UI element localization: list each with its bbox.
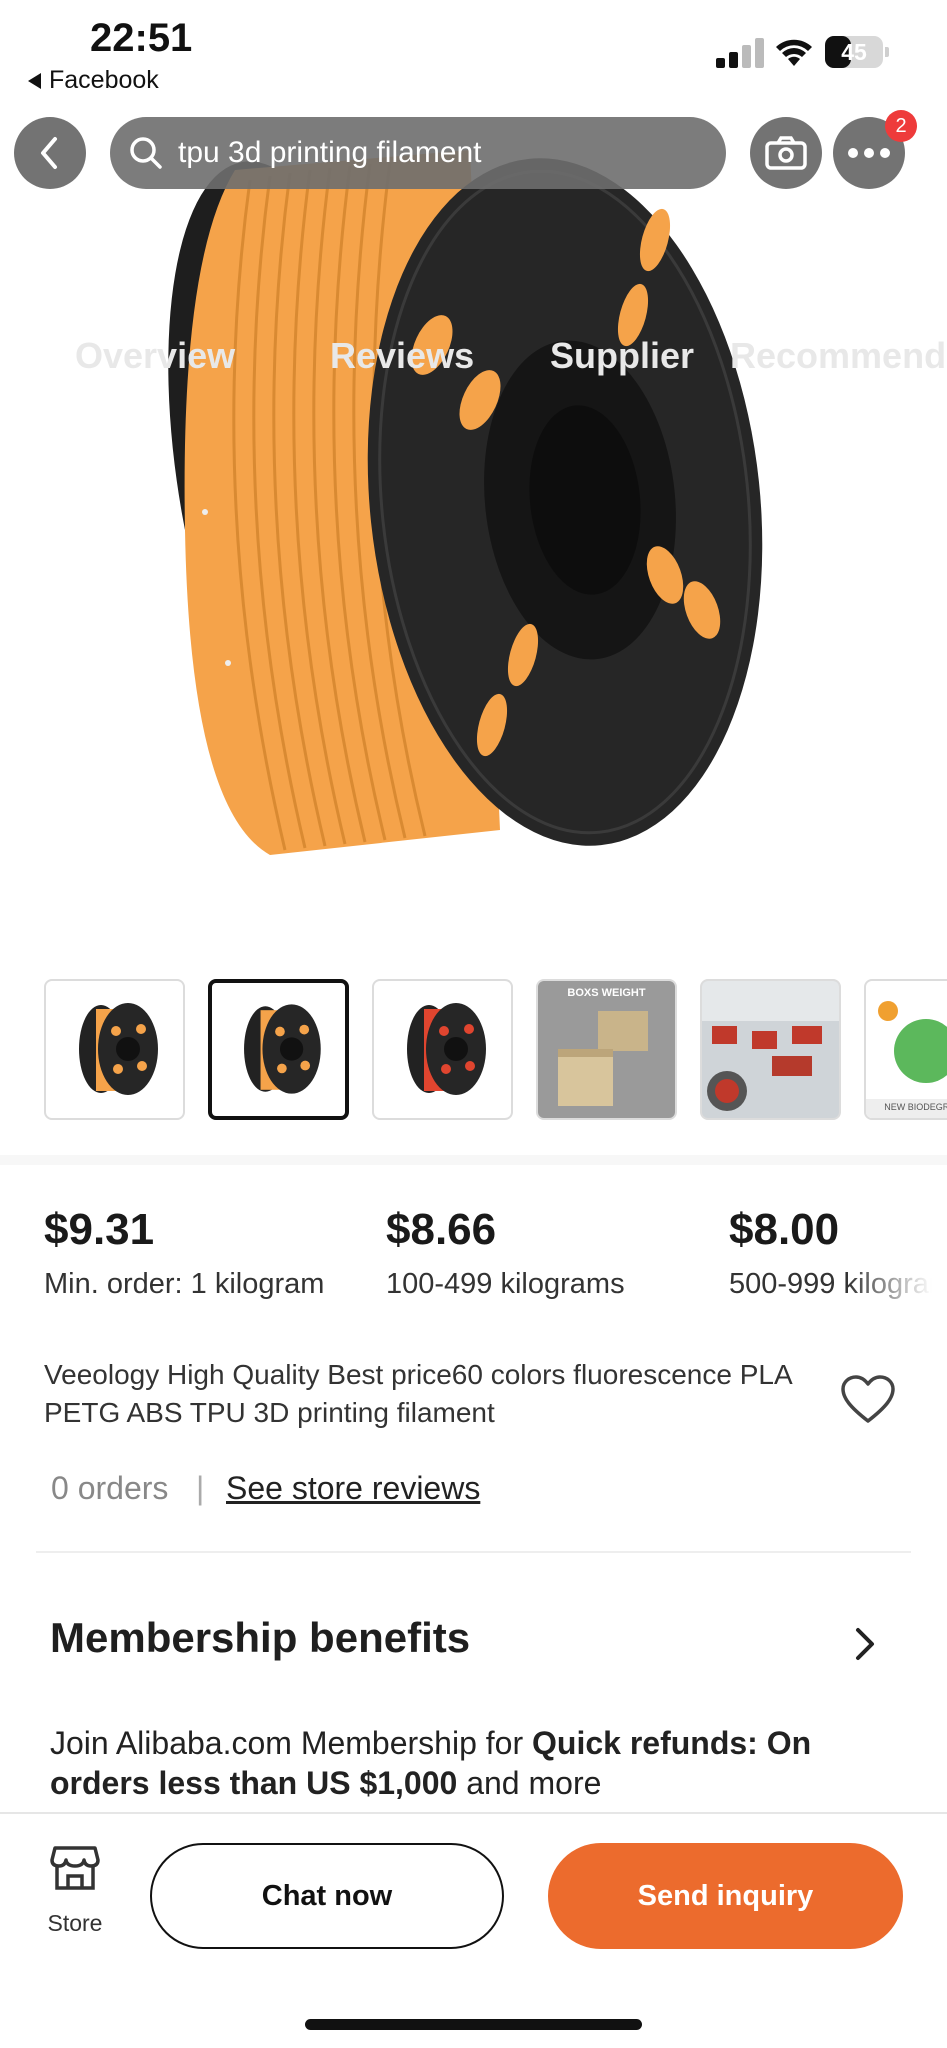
home-indicator[interactable] xyxy=(305,2019,642,2030)
back-triangle-icon xyxy=(28,72,41,89)
image-search-button[interactable] xyxy=(750,117,822,189)
orange-spool-icon xyxy=(79,1003,158,1095)
membership-text-prefix: Join Alibaba.com Membership for xyxy=(50,1725,532,1761)
notification-badge: 2 xyxy=(885,110,917,142)
ghost-tab-bar: Overview Reviews Supplier Recommended xyxy=(30,220,947,380)
thumbnail-box-weight[interactable]: BOXS WEIGHT xyxy=(536,979,677,1120)
back-button[interactable] xyxy=(14,117,86,189)
battery-nub xyxy=(885,47,889,57)
camera-icon xyxy=(765,136,807,170)
store-label: Store xyxy=(47,1910,103,1936)
membership-description: Join Alibaba.com Membership for Quick re… xyxy=(50,1723,910,1803)
search-query: tpu 3d printing filament xyxy=(178,136,482,169)
thumbnail-red-spool[interactable] xyxy=(372,979,513,1120)
price-tier-3: $8.00 xyxy=(729,1205,840,1254)
status-bar: 22:51 Facebook 45 xyxy=(0,0,947,100)
separator: | xyxy=(196,1470,205,1506)
bottom-action-bar: Store Chat now Send inquiry xyxy=(0,1812,947,2048)
chevron-right-icon[interactable] xyxy=(850,1624,880,1664)
store-icon xyxy=(50,1846,100,1890)
red-spool-icon xyxy=(407,1003,486,1095)
ghost-tab-supplier: Supplier xyxy=(550,335,695,376)
section-divider xyxy=(0,1155,947,1165)
cellular-signal-icon xyxy=(716,38,764,68)
eco-caption: NEW BIODEGRADABLE xyxy=(884,1102,947,1112)
ghost-tab-reviews: Reviews xyxy=(330,335,475,376)
thumbnail-factory[interactable] xyxy=(700,979,841,1120)
product-image-carousel[interactable]: Overview Reviews Supplier Recommended xyxy=(0,110,947,940)
store-button[interactable]: Store xyxy=(36,1844,114,1936)
membership-text-suffix: and more xyxy=(457,1765,602,1801)
factory-icon xyxy=(702,981,839,1111)
price-tier-2: $8.66 xyxy=(386,1205,497,1254)
box-weight-caption: BOXS WEIGHT xyxy=(567,987,646,999)
battery-percent: 45 xyxy=(841,39,867,65)
thumbnail-eco[interactable]: NEW BIODEGRADABLE xyxy=(864,979,947,1120)
price-fade-overlay xyxy=(847,1195,947,1315)
order-count: 0 orders xyxy=(51,1470,169,1506)
search-icon xyxy=(130,137,162,169)
price-tier-1: $9.31 xyxy=(44,1205,155,1254)
chevron-left-icon xyxy=(41,137,57,169)
divider-line xyxy=(36,1551,911,1553)
back-to-app-link[interactable]: Facebook xyxy=(28,66,159,95)
thumbnail-strip[interactable]: BOXS WEIGHT NEW BIODEGRADABLE xyxy=(44,979,947,1121)
membership-title[interactable]: Membership benefits xyxy=(50,1614,470,1662)
heart-icon[interactable] xyxy=(840,1375,896,1425)
back-app-label: Facebook xyxy=(49,66,159,94)
status-time: 22:51 xyxy=(90,16,193,60)
price-tier-2-qty: 100-499 kilograms xyxy=(386,1268,625,1300)
search-bar[interactable]: tpu 3d printing filament xyxy=(110,117,726,189)
globe-icon xyxy=(866,1001,947,1118)
price-tier-1-qty: Min. order: 1 kilogram xyxy=(44,1268,325,1300)
thumbnail-orange-spool[interactable] xyxy=(44,979,185,1120)
wifi-icon xyxy=(776,39,812,66)
store-reviews-link[interactable]: See store reviews xyxy=(226,1470,480,1507)
product-title: Veeology High Quality Best price60 color… xyxy=(44,1359,792,1428)
ghost-tab-recommended: Recommended xyxy=(730,335,947,376)
send-inquiry-button[interactable]: Send inquiry xyxy=(548,1843,903,1949)
thumbnail-orange-spool-selected[interactable] xyxy=(208,979,349,1120)
box-icon xyxy=(558,1011,648,1106)
ghost-tab-overview: Overview xyxy=(75,335,236,376)
more-dots-icon xyxy=(848,148,890,158)
battery-indicator: 45 xyxy=(825,36,889,68)
chat-now-button[interactable]: Chat now xyxy=(150,1843,504,1949)
orange-spool-selected-icon xyxy=(244,1004,321,1094)
